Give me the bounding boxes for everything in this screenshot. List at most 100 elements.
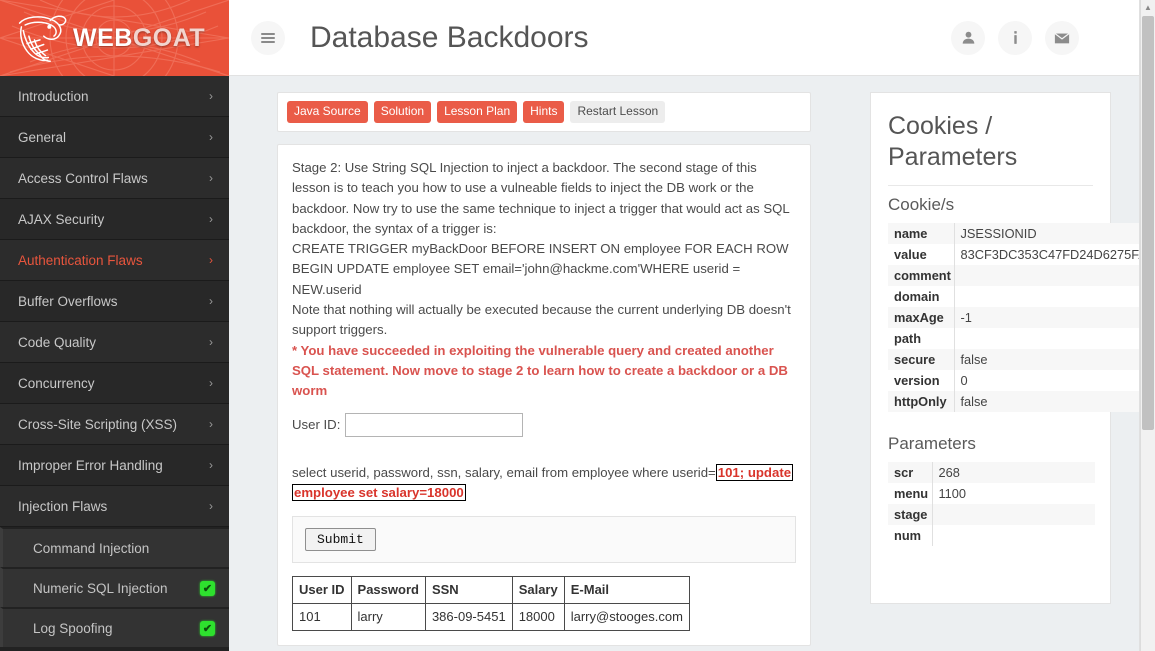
sidebar-sub-item-numeric-sql-injection[interactable]: Numeric SQL Injection ✔ (0, 567, 229, 607)
lesson-plan-button[interactable]: Lesson Plan (437, 101, 518, 123)
results-header-cell: SSN (424, 575, 513, 604)
sidebar-item-authentication-flaws[interactable]: Authentication Flaws › (0, 240, 229, 281)
chevron-right-icon: › (209, 499, 213, 513)
hints-button[interactable]: Hints (523, 101, 565, 123)
sidebar-item-label: Buffer Overflows (18, 293, 118, 309)
lesson-complete-check-icon: ✔ (200, 580, 215, 596)
parameter-row: num (888, 525, 1095, 546)
userid-input[interactable] (345, 412, 524, 437)
cookie-value: -1 (953, 307, 1155, 328)
cookie-value: false (953, 349, 1155, 370)
sidebar-item-access-control-flaws[interactable]: Access Control Flaws › (0, 158, 229, 199)
webgoat-app: WEBGOAT Introduction › General › Access Cont… (0, 0, 1155, 651)
hamburger-icon[interactable] (251, 20, 285, 55)
cookie-row: path (888, 328, 1155, 349)
trigger-note-text: Note that nothing will actually be execu… (292, 302, 791, 338)
cookie-value: false (953, 391, 1155, 412)
sidebar-item-buffer-overflows[interactable]: Buffer Overflows › (0, 281, 229, 322)
userid-label: User ID: (292, 416, 341, 432)
parameter-row: stage (888, 504, 1095, 525)
sidebar-sub-item-label: Log Spoofing (33, 620, 113, 636)
lesson-column: Java Source Solution Lesson Plan Hints R… (277, 92, 811, 647)
sidebar-item-improper-error-handling[interactable]: Improper Error Handling › (0, 445, 229, 486)
results-header-cell: User ID (292, 575, 352, 604)
cookie-key: comment (888, 265, 954, 286)
brand-web: WEB (73, 23, 133, 52)
cookie-key: path (888, 328, 954, 349)
brand-goat: GOAT (132, 23, 206, 52)
parameter-key: num (888, 525, 932, 546)
cookie-key: name (888, 223, 954, 244)
java-source-button[interactable]: Java Source (287, 101, 368, 123)
chevron-right-icon: › (209, 212, 213, 226)
cookie-row: maxAge -1 (888, 307, 1155, 328)
cookie-row: httpOnly false (888, 391, 1155, 412)
user-icon[interactable] (951, 20, 985, 55)
panel-divider (888, 185, 1093, 186)
parameter-value (931, 525, 1095, 546)
success-message: * You have succeeded in exploiting the v… (292, 342, 788, 398)
parameters-table: scr 268 menu 1100 stage num (888, 462, 1095, 546)
lesson-body: Stage 2: Use String SQL Injection to inj… (277, 144, 811, 647)
sidebar-item-cross-site-scripting-xss[interactable]: Cross-Site Scripting (XSS) › (0, 404, 229, 445)
cookie-key: value (888, 244, 954, 265)
sidebar: WEBGOAT Introduction › General › Access Cont… (0, 0, 229, 651)
sidebar-sub-item-label: Numeric SQL Injection (33, 580, 168, 596)
sidebar-item-general[interactable]: General › (0, 117, 229, 158)
info-icon[interactable] (998, 20, 1032, 55)
sidebar-item-introduction[interactable]: Introduction › (0, 76, 229, 117)
results-header-cell: Salary (511, 575, 565, 604)
sidebar-item-code-quality[interactable]: Code Quality › (0, 322, 229, 363)
side-column: Cookies / Parameters Cookie/s name JSESSI… (870, 92, 1155, 604)
trigger-syntax-text: CREATE TRIGGER myBackDoor BEFORE INSERT … (292, 241, 789, 297)
scrollbar-thumb[interactable] (1142, 16, 1154, 430)
solution-button[interactable]: Solution (373, 101, 432, 123)
lesson-complete-check-icon: ✔ (200, 620, 215, 636)
sidebar-item-concurrency[interactable]: Concurrency › (0, 363, 229, 404)
results-header-cell: Password (350, 575, 426, 604)
sidebar-sub-item-log-spoofing[interactable]: Log Spoofing ✔ (0, 607, 229, 647)
cookie-value (953, 265, 1155, 286)
results-table: User ID Password SSN Salary E-Mail 101 larry 3… (292, 575, 690, 632)
main-content: Java Source Solution Lesson Plan Hints R… (229, 76, 1155, 651)
mail-icon[interactable] (1045, 20, 1079, 55)
sidebar-item-label: Code Quality (18, 334, 97, 350)
table-row: 101 larry 386-09-5451 18000 larry@stooges.co… (292, 602, 690, 632)
sidebar-sub-item-command-injection[interactable]: Command Injection (0, 527, 229, 567)
chevron-right-icon: › (209, 89, 213, 103)
cookie-value (953, 328, 1155, 349)
cookie-value: JSESSIONID (953, 223, 1155, 244)
cookie-row: name JSESSIONID (888, 223, 1155, 244)
brand-title: WEBGOAT (73, 24, 205, 53)
cookies-parameters-panel: Cookies / Parameters Cookie/s name JSESSI… (870, 92, 1155, 604)
cookie-key: httpOnly (888, 391, 954, 412)
sidebar-item-label: Injection Flaws (18, 498, 108, 514)
topbar-icon-group (951, 20, 1079, 55)
parameter-row: menu 1100 (888, 483, 1095, 504)
cookie-key: secure (888, 349, 954, 370)
sidebar-item-label: Concurrency (18, 375, 95, 391)
results-header-cell: E-Mail (563, 575, 690, 604)
top-bar: Database Backdoors (229, 0, 1141, 76)
userid-row: User ID: (292, 412, 796, 437)
cookie-key: version (888, 370, 954, 391)
cookies-table: name JSESSIONID value 83CF3DC353C47FD24D627… (888, 223, 1155, 412)
parameter-key: scr (888, 462, 932, 483)
sidebar-item-ajax-security[interactable]: AJAX Security › (0, 199, 229, 240)
chevron-right-icon: › (209, 335, 213, 349)
sidebar-item-label: AJAX Security (18, 211, 105, 227)
chevron-right-icon: › (209, 417, 213, 431)
parameter-key: stage (888, 504, 932, 525)
parameter-value: 1100 (931, 483, 1095, 504)
scroll-up-arrow[interactable]: ▲ (1141, 1, 1155, 14)
cookie-value (953, 286, 1155, 307)
submit-button[interactable]: Submit (305, 527, 376, 551)
vertical-scrollbar[interactable]: ▲ (1140, 0, 1155, 651)
sidebar-item-injection-flaws[interactable]: Injection Flaws › (0, 486, 229, 527)
page-title: Database Backdoors (310, 20, 589, 54)
sidebar-nav: Introduction › General › Access Control Flaw… (0, 76, 229, 647)
restart-lesson-button[interactable]: Restart Lesson (570, 101, 666, 123)
chevron-right-icon: › (209, 294, 213, 308)
sidebar-sub-item-label: Command Injection (33, 540, 150, 556)
sidebar-item-label: Access Control Flaws (18, 170, 148, 186)
